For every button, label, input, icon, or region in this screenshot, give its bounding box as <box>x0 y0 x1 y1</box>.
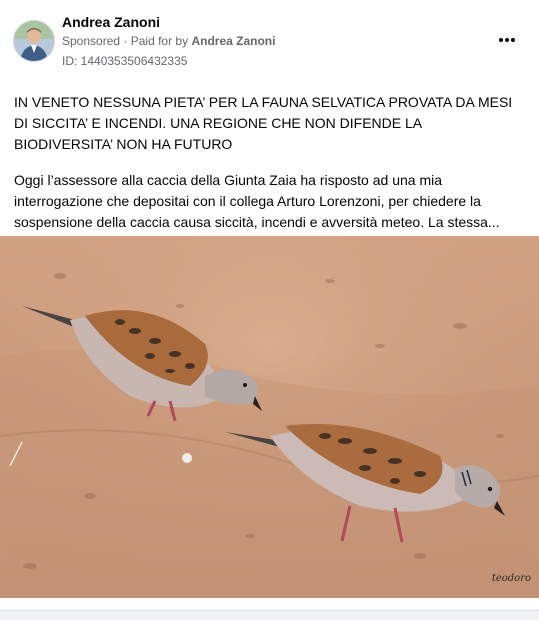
post-headline: IN VENETO NESSUNA PIETA’ PER LA FAUNA SE… <box>14 94 513 152</box>
paid-for-name[interactable]: Andrea Zanoni <box>191 34 275 48</box>
post-body-text[interactable]: Oggi l’assessore alla caccia della Giunt… <box>14 170 517 233</box>
more-options-button[interactable] <box>495 28 519 52</box>
sponsored-meta: Sponsored · Paid for by Andrea Zanoni <box>62 34 275 48</box>
more-dot <box>505 38 509 42</box>
post-header: Andrea Zanoni Sponsored · Paid for by An… <box>0 0 539 80</box>
author-name[interactable]: Andrea Zanoni <box>62 14 160 30</box>
more-horizontal-icon <box>499 38 503 42</box>
ad-id: ID: 1440353506432335 <box>62 54 188 68</box>
sponsored-post-card: Andrea Zanoni Sponsored · Paid for by An… <box>0 0 539 611</box>
paid-for-prefix: Paid for by <box>130 34 189 48</box>
photo-signature: teodoro <box>491 573 531 584</box>
meta-separator: · <box>123 34 131 48</box>
author-avatar[interactable] <box>13 20 55 62</box>
sponsored-label[interactable]: Sponsored <box>62 34 120 48</box>
post-image[interactable]: teodoro <box>0 236 539 598</box>
turtle-doves-photo <box>0 236 539 598</box>
more-dot <box>511 38 515 42</box>
